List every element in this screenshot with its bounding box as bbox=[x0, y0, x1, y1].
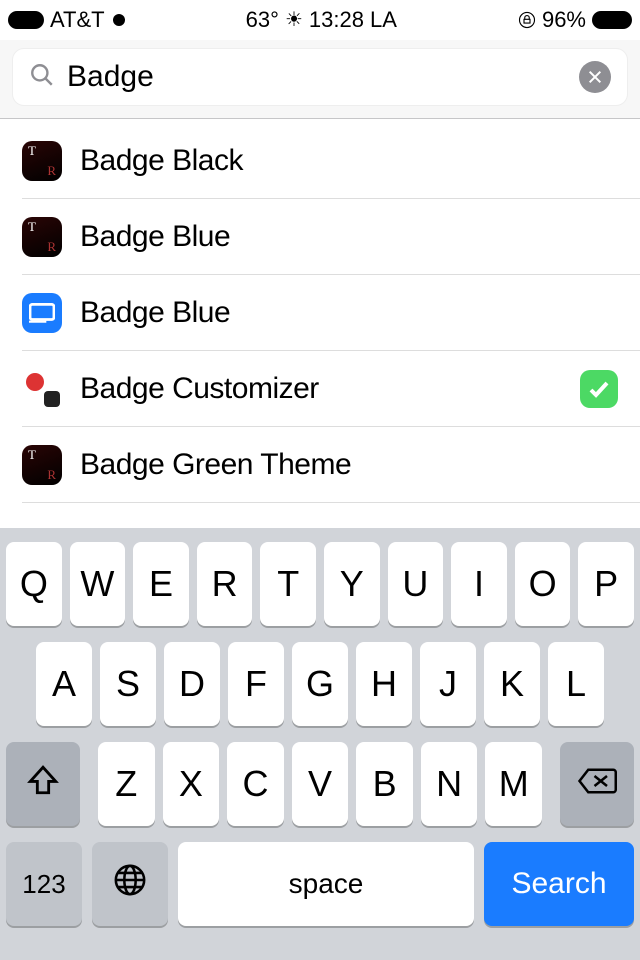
globe-key[interactable] bbox=[92, 842, 168, 926]
key-r[interactable]: R bbox=[197, 542, 253, 626]
key-f[interactable]: F bbox=[228, 642, 284, 726]
carrier-label: AT&T bbox=[50, 7, 105, 33]
key-j[interactable]: J bbox=[420, 642, 476, 726]
backspace-icon bbox=[577, 763, 617, 805]
keyboard-row-1: QWERTYUIOP bbox=[0, 542, 640, 626]
clear-search-button[interactable] bbox=[579, 61, 611, 93]
sun-icon: ☀︎ bbox=[285, 7, 303, 32]
app-icon bbox=[22, 141, 62, 181]
result-title: Badge Customizer bbox=[80, 372, 580, 406]
close-icon bbox=[587, 69, 603, 85]
temperature-label: 63° bbox=[246, 7, 279, 33]
keyboard: QWERTYUIOP ASDFGHJKL ZXCVBNM 123 space S… bbox=[0, 528, 640, 960]
status-center: 63° ☀︎ 13:28 LA bbox=[246, 7, 397, 33]
key-m[interactable]: M bbox=[485, 742, 542, 826]
app-icon bbox=[22, 217, 62, 257]
shift-icon bbox=[26, 763, 60, 806]
key-s[interactable]: S bbox=[100, 642, 156, 726]
key-d[interactable]: D bbox=[164, 642, 220, 726]
key-q[interactable]: Q bbox=[6, 542, 62, 626]
keyboard-row-2: ASDFGHJKL bbox=[0, 642, 640, 726]
search-input[interactable] bbox=[67, 60, 579, 94]
app-icon bbox=[22, 293, 62, 333]
installed-check-icon bbox=[580, 370, 618, 408]
globe-icon bbox=[113, 863, 147, 906]
space-key[interactable]: space bbox=[178, 842, 474, 926]
key-o[interactable]: O bbox=[515, 542, 571, 626]
key-a[interactable]: A bbox=[36, 642, 92, 726]
key-p[interactable]: P bbox=[578, 542, 634, 626]
result-title: Badge Blue bbox=[80, 296, 618, 330]
key-u[interactable]: U bbox=[388, 542, 444, 626]
key-w[interactable]: W bbox=[70, 542, 126, 626]
numbers-key[interactable]: 123 bbox=[6, 842, 82, 926]
keyboard-row-3-letters: ZXCVBNM bbox=[98, 742, 542, 826]
backspace-key[interactable] bbox=[560, 742, 634, 826]
result-title: Badge Green Theme bbox=[80, 448, 618, 482]
shift-key[interactable] bbox=[6, 742, 80, 826]
result-row[interactable]: Badge Blue bbox=[22, 199, 640, 275]
key-i[interactable]: I bbox=[451, 542, 507, 626]
result-row[interactable]: Badge Black bbox=[22, 123, 640, 199]
key-v[interactable]: V bbox=[292, 742, 349, 826]
key-g[interactable]: G bbox=[292, 642, 348, 726]
keyboard-row-3: ZXCVBNM bbox=[0, 742, 640, 826]
key-x[interactable]: X bbox=[163, 742, 220, 826]
key-b[interactable]: B bbox=[356, 742, 413, 826]
results-list: Badge Black Badge Blue Badge Blue Badge Cus… bbox=[0, 123, 640, 503]
search-key[interactable]: Search bbox=[484, 842, 634, 926]
battery-icon bbox=[592, 11, 632, 29]
signal-dot-icon bbox=[113, 14, 125, 26]
key-y[interactable]: Y bbox=[324, 542, 380, 626]
search-icon bbox=[29, 62, 55, 93]
search-field[interactable] bbox=[12, 48, 628, 106]
key-n[interactable]: N bbox=[421, 742, 478, 826]
battery-percent-label: 96% bbox=[542, 7, 586, 33]
result-row[interactable]: Badge Customizer bbox=[22, 351, 640, 427]
rotation-lock-icon bbox=[518, 11, 536, 29]
status-right: 96% bbox=[518, 7, 632, 33]
key-z[interactable]: Z bbox=[98, 742, 155, 826]
key-h[interactable]: H bbox=[356, 642, 412, 726]
key-e[interactable]: E bbox=[133, 542, 189, 626]
key-k[interactable]: K bbox=[484, 642, 540, 726]
location-label: LA bbox=[370, 7, 397, 33]
key-t[interactable]: T bbox=[260, 542, 316, 626]
result-title: Badge Black bbox=[80, 144, 618, 178]
key-l[interactable]: L bbox=[548, 642, 604, 726]
time-label: 13:28 bbox=[309, 7, 364, 33]
key-c[interactable]: C bbox=[227, 742, 284, 826]
status-left: AT&T bbox=[8, 7, 125, 33]
keyboard-row-4: 123 space Search bbox=[0, 842, 640, 926]
result-row[interactable]: Badge Green Theme bbox=[22, 427, 640, 503]
result-row[interactable]: Badge Blue bbox=[22, 275, 640, 351]
status-bar: AT&T 63° ☀︎ 13:28 LA 96% bbox=[0, 0, 640, 40]
search-bar bbox=[0, 40, 640, 119]
result-title: Badge Blue bbox=[80, 220, 618, 254]
app-icon bbox=[22, 369, 62, 409]
app-icon bbox=[22, 445, 62, 485]
signal-capsule-icon bbox=[8, 11, 44, 29]
